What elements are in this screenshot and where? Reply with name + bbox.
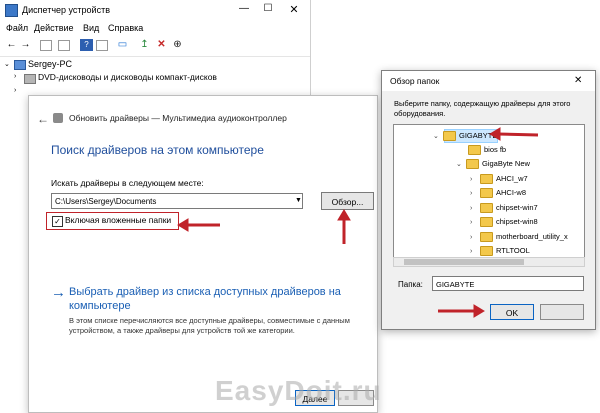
- annotation-arrowhead: [473, 304, 485, 318]
- annotation-arrowhead: [489, 127, 501, 141]
- annotation-arrow-gigabyte: [497, 132, 539, 137]
- watermark: EasyDoit.ru: [215, 375, 382, 406]
- annotation-arrowhead: [177, 218, 189, 232]
- annotation-arrowhead: [337, 209, 351, 221]
- annotation-arrows: [177, 127, 539, 318]
